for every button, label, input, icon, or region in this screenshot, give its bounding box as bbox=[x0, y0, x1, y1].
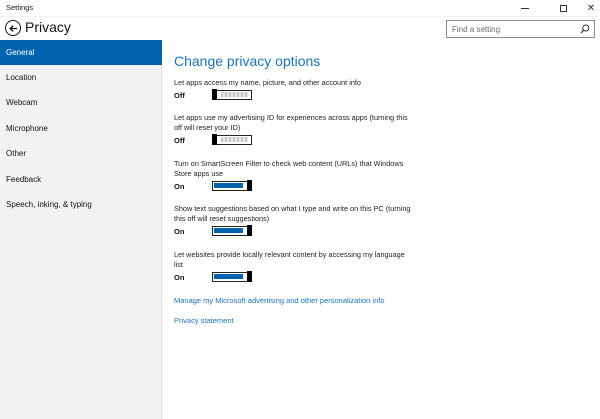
back-button[interactable] bbox=[5, 20, 21, 36]
close-button[interactable]: ✕ bbox=[576, 0, 600, 17]
setting-language-list: Let websites provide locally relevant co… bbox=[174, 250, 414, 282]
setting-description: Let websites provide locally relevant co… bbox=[174, 250, 405, 269]
toggle-state-label: On bbox=[174, 226, 185, 236]
page-title: Privacy bbox=[25, 19, 71, 35]
toggle-state-label: Off bbox=[174, 90, 185, 100]
sidebar-item-speech-inking-typing[interactable]: Speech, inking, & typing bbox=[0, 192, 162, 217]
setting-description: Turn on SmartScreen Filter to check web … bbox=[174, 159, 404, 178]
sidebar-item-feedback[interactable]: Feedback bbox=[0, 167, 162, 192]
maximize-button[interactable] bbox=[548, 0, 578, 17]
text-suggestions-toggle[interactable] bbox=[212, 225, 252, 236]
search-icon[interactable] bbox=[580, 24, 590, 34]
sidebar: General Location Webcam Microphone Other… bbox=[0, 40, 162, 419]
sidebar-item-webcam[interactable]: Webcam bbox=[0, 90, 162, 115]
main-content: Change privacy options Let apps access m… bbox=[163, 40, 600, 419]
sidebar-item-other[interactable]: Other bbox=[0, 141, 162, 166]
minimize-button[interactable] bbox=[510, 0, 540, 17]
close-icon: ✕ bbox=[586, 3, 596, 14]
toggle-state-label: On bbox=[174, 181, 185, 191]
maximize-icon bbox=[559, 5, 567, 12]
sidebar-item-general[interactable]: General bbox=[0, 40, 162, 65]
search-box[interactable] bbox=[446, 20, 595, 38]
search-input[interactable] bbox=[447, 21, 575, 37]
toggle-state-label: On bbox=[174, 272, 185, 282]
advertising-id-toggle[interactable] bbox=[212, 134, 252, 145]
toggle-state-label: Off bbox=[174, 135, 185, 145]
setting-description: Show text suggestions based on what I ty… bbox=[174, 204, 411, 223]
window-title: Settings bbox=[6, 3, 34, 12]
section-heading: Change privacy options bbox=[174, 53, 321, 69]
sidebar-item-microphone[interactable]: Microphone bbox=[0, 116, 162, 141]
setting-text-suggestions: Show text suggestions based on what I ty… bbox=[174, 204, 414, 236]
setting-account-info: Let apps access my name, picture, and ot… bbox=[174, 78, 414, 100]
header: Privacy bbox=[0, 17, 600, 40]
smartscreen-toggle[interactable] bbox=[212, 180, 252, 191]
setting-description: Let apps use my advertising ID for exper… bbox=[174, 113, 408, 132]
setting-smartscreen: Turn on SmartScreen Filter to check web … bbox=[174, 159, 414, 191]
minimize-icon bbox=[521, 8, 529, 9]
language-list-toggle[interactable] bbox=[212, 271, 252, 282]
manage-advertising-link[interactable]: Manage my Microsoft advertising and othe… bbox=[174, 296, 385, 305]
setting-advertising-id: Let apps use my advertising ID for exper… bbox=[174, 113, 414, 145]
sidebar-item-location[interactable]: Location bbox=[0, 65, 162, 90]
setting-description: Let apps access my name, picture, and ot… bbox=[174, 78, 361, 87]
back-arrow-icon bbox=[8, 24, 17, 32]
title-bar: Settings ✕ bbox=[0, 0, 600, 17]
account-info-toggle[interactable] bbox=[212, 89, 252, 100]
privacy-statement-link[interactable]: Privacy statement bbox=[174, 316, 234, 325]
